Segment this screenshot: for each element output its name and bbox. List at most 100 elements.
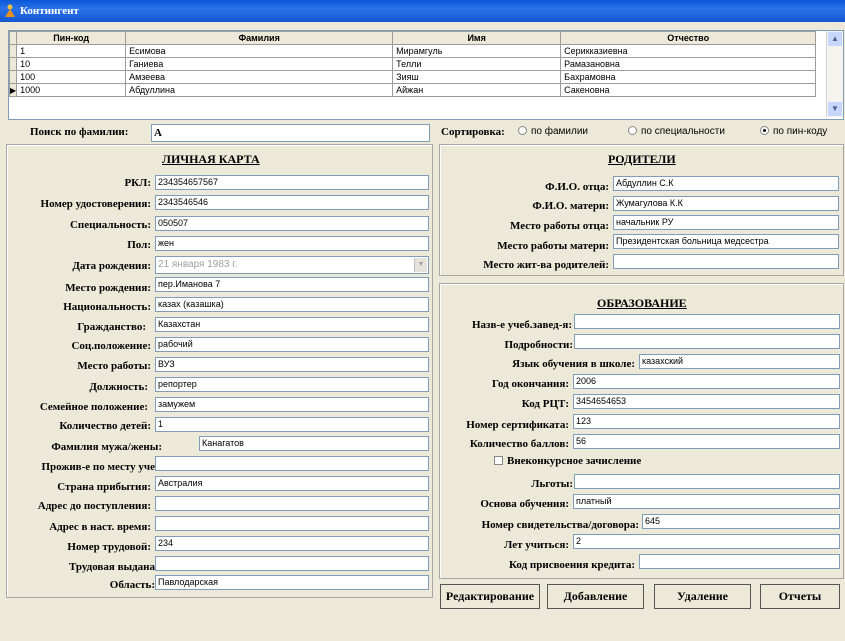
field-label-rct-code: Код РЦТ:: [521, 398, 569, 410]
workbook-number-field[interactable]: 234: [155, 536, 429, 551]
cell-name[interactable]: Телли: [392, 57, 562, 71]
checkbox-box[interactable]: [494, 456, 503, 465]
contract-number-field[interactable]: 645: [642, 514, 840, 529]
father-name-field[interactable]: Абдуллин С.К: [613, 176, 839, 191]
father-workplace-field[interactable]: начальник РУ: [613, 215, 839, 230]
grid-scrollbar[interactable]: ▲ ▼: [826, 31, 843, 117]
certificate-number-field[interactable]: 123: [573, 414, 840, 429]
cell-pin[interactable]: 1000: [16, 83, 127, 97]
field-label-position: Должность:: [89, 381, 148, 393]
column-header-pin[interactable]: Пин-код: [16, 31, 127, 45]
scroll-down-icon[interactable]: ▼: [828, 102, 842, 116]
add-button[interactable]: Добавление: [547, 584, 644, 609]
cell-patronymic[interactable]: Рамазановна: [560, 57, 817, 71]
field-label-address-before: Адрес до поступления:: [37, 500, 151, 512]
search-input[interactable]: А: [151, 124, 430, 142]
cell-surname[interactable]: Амзеева: [125, 70, 394, 84]
sort-label: Сортировка:: [441, 126, 505, 138]
chevron-down-icon[interactable]: ▼: [414, 258, 427, 272]
field-label-credit-code: Код присвоения кредита:: [508, 559, 635, 571]
children-count-field[interactable]: 1: [155, 417, 429, 432]
specialty-field[interactable]: 050507: [155, 216, 429, 231]
sort-by-surname-radio[interactable]: по фамилии: [518, 126, 588, 137]
title-bar: Контингент: [0, 0, 845, 22]
citizenship-field[interactable]: Казахстан: [155, 317, 429, 332]
gender-field[interactable]: жен: [155, 236, 429, 251]
address-before-field[interactable]: [155, 496, 429, 511]
birth-date-value: 21 января 1983 г.: [158, 259, 238, 270]
study-years-field[interactable]: 2: [573, 534, 840, 549]
cell-surname[interactable]: Есимова: [125, 44, 394, 58]
credit-code-field[interactable]: [639, 554, 840, 569]
rkl-field[interactable]: 234354657567: [155, 175, 429, 190]
column-header-patronymic[interactable]: Отчество: [560, 31, 817, 45]
scroll-up-icon[interactable]: ▲: [828, 32, 842, 46]
sort-by-specialty-radio[interactable]: по специальности: [628, 126, 725, 137]
field-label-score: Количество баллов:: [469, 438, 569, 450]
field-label-id-number: Номер удостоверения:: [40, 198, 151, 210]
cell-name[interactable]: Мирамгуль: [392, 44, 562, 58]
region-field[interactable]: Павлодарская: [155, 575, 429, 590]
cell-name[interactable]: Айжан: [392, 83, 562, 97]
score-field[interactable]: 56: [573, 434, 840, 449]
table-row[interactable]: 10 Ганиева Телли Рамазановна: [9, 57, 817, 71]
field-label-arrival-country: Страна прибытия:: [57, 481, 151, 493]
field-label-children-count: Количество детей:: [59, 420, 151, 432]
current-address-field[interactable]: [155, 516, 429, 531]
mother-workplace-field[interactable]: Президентская больница медсестра: [613, 234, 839, 249]
position-field[interactable]: репортер: [155, 377, 429, 392]
field-label-graduation-year: Год окончания:: [491, 378, 569, 390]
mother-name-field[interactable]: Жумагулова К.К: [613, 196, 839, 211]
sort-by-pin-radio[interactable]: по пин-коду: [760, 126, 827, 137]
benefits-field[interactable]: [574, 474, 840, 489]
noncompetitive-checkbox[interactable]: Внеконкурсное зачисление: [494, 455, 641, 467]
workplace-field[interactable]: ВУЗ: [155, 357, 429, 372]
cell-surname[interactable]: Ганиева: [125, 57, 394, 71]
field-label-nationality: Национальность:: [63, 301, 151, 313]
field-label-father-workplace: Место работы отца:: [510, 220, 609, 232]
marital-status-field[interactable]: замужем: [155, 397, 429, 412]
table-row[interactable]: 1 Есимова Мирамгуль Серикказиевна: [9, 44, 817, 58]
nationality-field[interactable]: казах (казашка): [155, 297, 429, 312]
cell-pin[interactable]: 100: [16, 70, 127, 84]
table-row[interactable]: ▶ 1000 Абдуллина Айжан Сакеновна: [9, 83, 817, 97]
parents-residence-field[interactable]: [613, 254, 839, 269]
cell-name[interactable]: Зияш: [392, 70, 562, 84]
field-label-current-address: Адрес в наст. время:: [49, 521, 151, 533]
delete-button[interactable]: Удаление: [654, 584, 751, 609]
cell-pin[interactable]: 1: [16, 44, 127, 58]
social-status-field[interactable]: рабочий: [155, 337, 429, 352]
cell-patronymic[interactable]: Сакеновна: [560, 83, 817, 97]
education-header: ОБРАЗОВАНИЕ: [597, 296, 687, 310]
row-indicator: [9, 70, 18, 84]
column-header-name[interactable]: Имя: [392, 31, 562, 45]
cell-pin[interactable]: 10: [16, 57, 127, 71]
edit-button[interactable]: Редактирование: [440, 584, 540, 609]
institution-field[interactable]: [574, 314, 840, 329]
field-label-workbook-issued: Трудовая выдана: [68, 561, 155, 573]
details-field[interactable]: [574, 334, 840, 349]
field-label-rkl: РКЛ:: [124, 177, 151, 189]
field-label-specialty: Специальность:: [69, 219, 151, 231]
workbook-issued-field[interactable]: [155, 556, 429, 571]
students-grid[interactable]: Пин-код Фамилия Имя Отчество 1 Есимова М…: [8, 30, 844, 120]
school-language-field[interactable]: казахский: [639, 354, 840, 369]
birth-date-picker[interactable]: 21 января 1983 г. ▼: [155, 256, 429, 274]
reports-button[interactable]: Отчеты: [760, 584, 840, 609]
table-row[interactable]: 100 Амзеева Зияш Бахрамовна: [9, 70, 817, 84]
cell-patronymic[interactable]: Серикказиевна: [560, 44, 817, 58]
cell-patronymic[interactable]: Бахрамовна: [560, 70, 817, 84]
field-label-region: Область:: [109, 579, 155, 591]
spouse-surname-field[interactable]: Канагатов: [199, 436, 429, 451]
field-label-social-status: Соц.положение:: [71, 340, 151, 352]
column-header-surname[interactable]: Фамилия: [125, 31, 394, 45]
rct-code-field[interactable]: 3454654653: [573, 394, 840, 409]
id-number-field[interactable]: 2343546546: [155, 195, 429, 210]
study-basis-field[interactable]: платный: [573, 494, 840, 509]
study-residence-field[interactable]: [155, 456, 429, 471]
cell-surname[interactable]: Абдуллина: [125, 83, 394, 97]
arrival-country-field[interactable]: Австралия: [155, 476, 429, 491]
personal-card-header: ЛИЧНАЯ КАРТА: [162, 152, 260, 166]
graduation-year-field[interactable]: 2006: [573, 374, 840, 389]
birth-place-field[interactable]: пер.Иманова 7: [155, 277, 429, 292]
